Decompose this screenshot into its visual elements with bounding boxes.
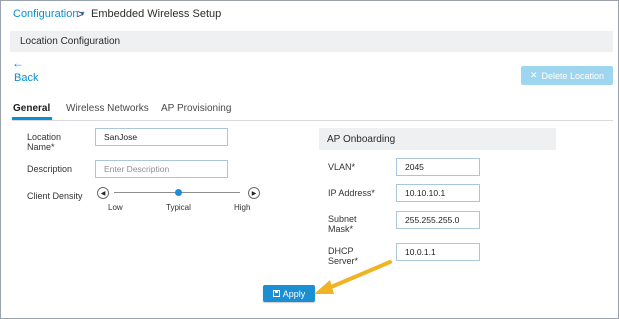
slider-right-arrow-icon[interactable]: ▶ [248,187,260,199]
breadcrumb-separator: > [77,7,85,21]
subnet-mask-label: Subnet Mask* [328,214,357,234]
tab-ap-provisioning[interactable]: AP Provisioning [161,103,231,114]
active-tab-indicator [12,117,52,120]
ip-address-label: IP Address* [328,188,375,198]
annotation-arrow-icon [314,260,392,294]
density-tick-high: High [234,203,251,212]
subnet-mask-label-line2: Mask* [328,224,354,234]
breadcrumb-configuration-link[interactable]: Configuration ▾ [13,8,84,20]
location-name-label-line1: Location [27,132,62,142]
ip-address-input[interactable]: 10.10.10.1 [396,184,480,202]
density-tick-low: Low [108,203,123,212]
location-name-label: Location Name* [27,132,61,152]
save-icon [272,290,280,297]
delete-location-label: Delete Location [541,70,605,81]
slider-left-arrow-icon[interactable]: ◀ [97,187,109,199]
delete-location-button[interactable]: ✕ Delete Location [521,66,613,85]
tab-general[interactable]: General [13,103,50,114]
density-tick-typical: Typical [166,203,191,212]
annotation-arrow-shaft [322,260,392,292]
close-icon: ✕ [529,70,538,80]
subnet-mask-label-line1: Subnet [328,214,357,224]
description-input[interactable]: Enter Description [95,160,228,178]
client-density-slider-knob[interactable] [175,189,182,196]
breadcrumb-parent-label: Configuration [13,8,79,20]
tab-wireless-networks[interactable]: Wireless Networks [66,103,149,114]
back-arrow-icon[interactable]: ← [12,57,24,69]
back-link[interactable]: Back [14,72,38,84]
vlan-input[interactable]: 2045 [396,158,480,176]
section-title: Location Configuration [20,36,121,47]
ap-onboarding-title: AP Onboarding [327,134,396,145]
vlan-label: VLAN* [328,162,356,172]
client-density-label: Client Density [27,191,83,201]
annotation-arrow-head [314,280,334,294]
dhcp-server-input[interactable]: 10.0.1.1 [396,243,480,261]
tabs-divider [12,120,613,121]
page-title: Embedded Wireless Setup [91,8,222,20]
subnet-mask-input[interactable]: 255.255.255.0 [396,211,480,229]
location-name-label-line2: Name* [27,142,55,152]
description-label: Description [27,164,73,174]
location-name-input[interactable]: SanJose [95,128,228,146]
